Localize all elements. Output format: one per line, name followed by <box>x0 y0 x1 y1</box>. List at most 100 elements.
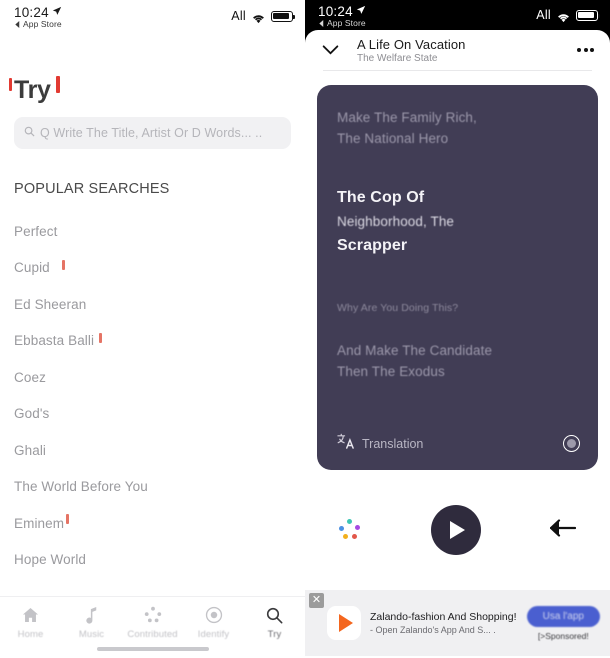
ad-subtitle: - Open Zalando's App And S... . <box>370 625 496 635</box>
title-accent-right <box>55 76 60 93</box>
item-accent-mark <box>66 514 69 524</box>
lyric-line: The National Hero <box>337 131 449 146</box>
tab-home[interactable]: Home <box>0 605 61 640</box>
search-placeholder: Q Write The Title, Artist Or D Words... … <box>40 126 263 140</box>
location-arrow-icon <box>52 6 62 19</box>
ad-app-glyph <box>338 614 353 632</box>
tab-contributed[interactable]: Contributed <box>122 605 183 640</box>
tab-identify[interactable]: Identify <box>183 605 244 640</box>
search-input[interactable]: Q Write The Title, Artist Or D Words... … <box>14 117 291 149</box>
location-arrow-icon <box>356 5 366 18</box>
lyrics-sync-toggle[interactable] <box>563 435 580 452</box>
status-time-group: 10:24 <box>14 5 62 20</box>
play-button[interactable] <box>430 505 481 555</box>
list-item-label: God's <box>14 406 50 422</box>
tab-label: Try <box>267 629 282 640</box>
dual-screenshot-container: 10:24 App Store All Try Q Write The Titl… <box>0 0 610 658</box>
back-label: App Store <box>23 19 62 29</box>
lyrics-card[interactable]: Make The Family Rich, The National Hero … <box>317 85 598 470</box>
lyric-spacer <box>337 258 578 302</box>
back-to-app-store-link[interactable]: App Store <box>14 19 62 29</box>
search-icon <box>24 126 35 140</box>
list-item[interactable]: Coez <box>14 359 291 396</box>
carrier-label: All <box>536 8 551 22</box>
list-item-label: Ghali <box>14 442 47 458</box>
list-item[interactable]: Hope World <box>14 542 291 579</box>
popular-searches-list: Perfect Cupid Ed Sheeran Ebbasta Balli C… <box>14 213 291 578</box>
home-indicator <box>96 647 209 651</box>
ad-banner[interactable]: ✕ Zalando-fashion And Shopping! - Open Z… <box>305 590 610 656</box>
list-item[interactable]: The World Before You <box>14 469 291 506</box>
page-title: Try <box>14 76 51 104</box>
popular-searches-header: POPULAR SEARCHES <box>14 181 170 197</box>
list-item[interactable]: God's <box>14 396 291 433</box>
ad-cta-button[interactable]: Usa l'app <box>526 605 600 627</box>
chevron-down-icon[interactable] <box>319 44 341 56</box>
translation-row[interactable]: Translation <box>337 433 580 454</box>
play-icon <box>450 521 465 539</box>
tab-music[interactable]: Music <box>61 605 122 640</box>
lyric-line: And Make The Candidate <box>337 343 493 358</box>
right-phone-screen: 10:24 App Store All A Life On Vacation T… <box>305 0 610 658</box>
list-item[interactable]: Ebbasta Balli <box>14 323 291 360</box>
carrier-label: All <box>231 9 246 23</box>
status-time-group: 10:24 <box>318 4 366 19</box>
back-triangle-icon <box>15 20 20 28</box>
lyric-line: Then The Exodus <box>337 364 445 379</box>
now-playing-header: A Life On Vacation The Welfare State <box>305 30 610 70</box>
list-item[interactable]: Eminem <box>14 505 291 542</box>
more-options-icon[interactable] <box>577 48 596 52</box>
player-controls <box>305 470 610 590</box>
close-icon[interactable]: ✕ <box>309 593 324 608</box>
track-title: A Life On Vacation <box>357 36 466 52</box>
status-bar-left-group: 10:24 App Store <box>318 4 366 28</box>
status-bar-left: 10:24 App Store All <box>0 0 305 34</box>
music-note-icon <box>85 605 99 625</box>
ad-text-group: Zalando-fashion And Shopping! - Open Zal… <box>370 611 527 635</box>
back-triangle-icon <box>319 19 324 27</box>
tab-label: Identify <box>197 629 230 640</box>
list-item[interactable]: Perfect <box>14 213 291 250</box>
lyric-spacer <box>337 314 578 340</box>
status-time: 10:24 <box>14 5 49 20</box>
home-icon <box>22 605 39 625</box>
tab-label: Music <box>78 629 105 640</box>
tab-label: Contributed <box>127 629 178 640</box>
track-info: A Life On Vacation The Welfare State <box>357 37 567 64</box>
identify-target-icon <box>205 605 223 625</box>
title-accent-left <box>9 78 12 91</box>
list-item[interactable]: Ghali <box>14 432 291 469</box>
lyric-line: Make The Family Rich, <box>337 110 477 125</box>
status-bar-left-group: 10:24 App Store <box>14 5 62 29</box>
list-item-label: Perfect <box>14 223 58 239</box>
left-phone-screen: 10:24 App Store All Try Q Write The Titl… <box>0 0 305 658</box>
left-content-body: Try Q Write The Title, Artist Or D Words… <box>0 34 305 596</box>
contributed-dots-icon <box>144 605 162 625</box>
list-item-label: Eminem <box>14 515 65 531</box>
send-arrow-icon <box>549 518 577 537</box>
header-divider <box>323 70 592 71</box>
translation-group[interactable]: Translation <box>337 433 423 454</box>
tab-label: Home <box>17 629 44 640</box>
now-playing-sheet: A Life On Vacation The Welfare State Mak… <box>305 30 610 658</box>
play-store-icon <box>327 606 361 640</box>
battery-icon <box>576 9 600 21</box>
battery-icon <box>271 10 295 22</box>
list-item-label: Cupid <box>14 260 50 276</box>
ad-sponsored-label: [>Sponsored! <box>537 630 589 641</box>
page-title-wrapper: Try <box>9 76 60 105</box>
tab-try[interactable]: Try <box>244 605 305 640</box>
list-item[interactable]: Ed Sheeran <box>14 286 291 323</box>
list-item-label: Hope World <box>14 552 87 568</box>
share-button[interactable] <box>549 517 577 544</box>
list-item[interactable]: Cupid <box>14 250 291 287</box>
track-artist: The Welfare State <box>357 52 438 64</box>
list-item-label: Coez <box>14 369 46 385</box>
wifi-icon <box>251 11 266 23</box>
lyric-spacer <box>337 149 578 185</box>
back-to-app-store-link[interactable]: App Store <box>318 18 366 28</box>
shazam-dots-icon[interactable] <box>339 519 361 541</box>
status-time: 10:24 <box>318 4 353 19</box>
wifi-icon <box>556 10 571 22</box>
list-item-label: Ebbasta Balli <box>14 333 95 349</box>
